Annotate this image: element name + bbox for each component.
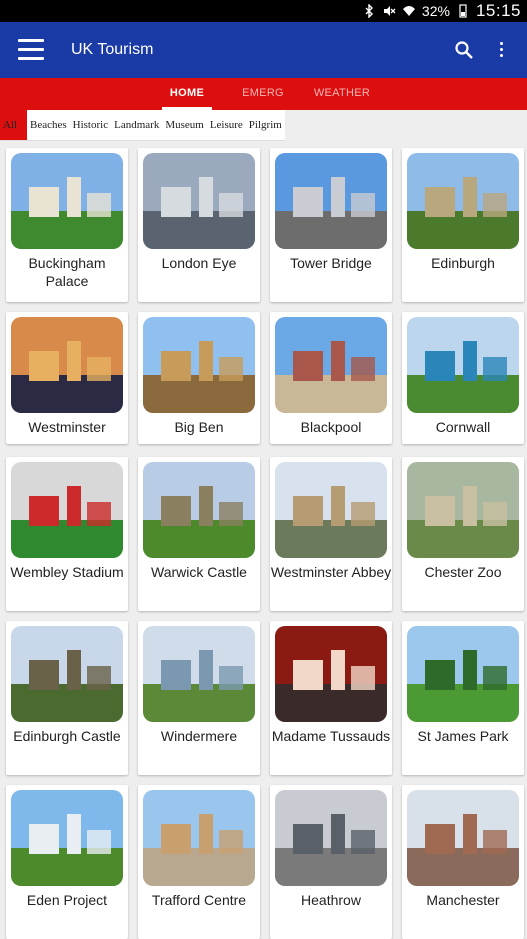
bluetooth-icon — [365, 4, 373, 18]
place-name: Edinburgh Castle — [13, 728, 121, 744]
app-title: UK Tourism — [71, 41, 154, 58]
place-card[interactable]: Eden Project — [6, 785, 128, 939]
place-name: Heathrow — [301, 892, 361, 908]
place-card[interactable]: Tower Bridge — [270, 148, 392, 302]
place-card[interactable]: Buckingham Palace — [6, 148, 128, 302]
place-name: Madame Tussauds — [271, 728, 391, 744]
place-card[interactable]: Manchester — [402, 785, 524, 939]
place-thumbnail — [143, 790, 255, 886]
filter-historic[interactable]: Historic — [70, 110, 111, 140]
place-thumbnail — [275, 626, 387, 722]
place-card[interactable]: Cornwall — [402, 312, 524, 444]
place-card[interactable]: Chester Zoo — [402, 457, 524, 611]
place-thumbnail — [275, 462, 387, 558]
clock: 15:15 — [475, 1, 521, 20]
place-card[interactable]: Westminster Abbey — [270, 457, 392, 611]
overflow-menu-icon[interactable] — [497, 42, 505, 60]
place-card[interactable]: Warwick Castle — [138, 457, 260, 611]
search-icon[interactable] — [454, 40, 474, 60]
place-name: Tower Bridge — [290, 255, 372, 271]
filter-beaches[interactable]: Beaches — [27, 110, 70, 140]
place-thumbnail — [407, 626, 519, 722]
place-thumbnail — [11, 462, 123, 558]
place-card[interactable]: Trafford Centre — [138, 785, 260, 939]
place-card[interactable]: London Eye — [138, 148, 260, 302]
place-card[interactable]: Big Ben — [138, 312, 260, 444]
place-name: Blackpool — [300, 419, 362, 435]
place-thumbnail — [275, 790, 387, 886]
place-name: Buckingham Palace — [28, 255, 106, 289]
place-card[interactable]: Heathrow — [270, 785, 392, 939]
place-name: Trafford Centre — [151, 892, 247, 908]
place-card[interactable]: Blackpool — [270, 312, 392, 444]
mute-icon — [383, 6, 396, 16]
place-thumbnail — [407, 790, 519, 886]
place-card[interactable]: Windermere — [138, 621, 260, 775]
tab-bar: HOME EMERG WEATHER — [0, 78, 527, 110]
place-thumbnail — [275, 317, 387, 413]
place-name: Edinburgh — [431, 255, 495, 271]
place-thumbnail — [11, 626, 123, 722]
place-name: Westminster Abbey — [270, 564, 392, 580]
place-name: Cornwall — [435, 419, 491, 435]
filter-leisure[interactable]: Leisure — [207, 110, 246, 140]
wifi-icon — [402, 6, 415, 16]
battery-level: 32% — [421, 3, 450, 19]
place-thumbnail — [407, 462, 519, 558]
place-card[interactable]: Edinburgh Castle — [6, 621, 128, 775]
place-name: Windermere — [160, 728, 238, 744]
place-thumbnail — [407, 317, 519, 413]
place-card[interactable]: Edinburgh — [402, 148, 524, 302]
battery-icon — [459, 4, 467, 18]
filter-landmark[interactable]: Landmark — [111, 110, 162, 140]
place-thumbnail — [143, 462, 255, 558]
category-filter-bar: All Beaches Historic Landmark Museum Lei… — [0, 110, 527, 141]
place-name: Manchester — [426, 892, 500, 908]
place-thumbnail — [143, 626, 255, 722]
place-thumbnail — [143, 153, 255, 249]
place-thumbnail — [407, 153, 519, 249]
tab-emerg[interactable]: EMERG — [240, 78, 286, 110]
place-card[interactable]: Madame Tussauds — [270, 621, 392, 775]
menu-icon[interactable] — [18, 39, 44, 61]
place-name: Chester Zoo — [424, 564, 502, 580]
place-thumbnail — [11, 153, 123, 249]
tab-home[interactable]: HOME — [162, 78, 212, 110]
status-bar: 32% 15:15 — [0, 0, 527, 22]
filter-museum[interactable]: Museum — [162, 110, 207, 140]
place-name: Eden Project — [26, 892, 108, 908]
filter-pilgrim[interactable]: Pilgrim — [246, 110, 285, 140]
place-name: St James Park — [417, 728, 509, 744]
place-thumbnail — [275, 153, 387, 249]
tab-weather[interactable]: WEATHER — [312, 78, 372, 110]
place-name: Westminster — [28, 419, 106, 435]
place-name: Wembley Stadium — [10, 564, 124, 580]
place-card[interactable]: St James Park — [402, 621, 524, 775]
place-card[interactable]: Wembley Stadium — [6, 457, 128, 611]
app-bar: UK Tourism — [0, 22, 527, 78]
place-thumbnail — [143, 317, 255, 413]
place-thumbnail — [11, 790, 123, 886]
place-name: London Eye — [161, 255, 237, 271]
place-card[interactable]: Westminster — [6, 312, 128, 444]
filter-all[interactable]: All — [0, 110, 27, 140]
place-name: Warwick Castle — [151, 564, 247, 580]
place-thumbnail — [11, 317, 123, 413]
place-name: Big Ben — [174, 419, 224, 435]
